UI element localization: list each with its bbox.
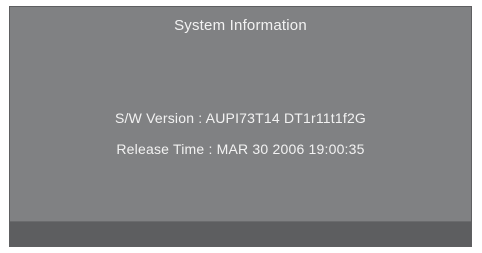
info-panel: System Information S/W Version : AUPI73T…: [10, 7, 471, 222]
screen-title: System Information: [174, 17, 307, 34]
footer-bar: [10, 222, 471, 246]
sw-version-text: S/W Version : AUPI73T14 DT1r11t1f2G: [114, 110, 367, 126]
system-information-screen: System Information S/W Version : AUPI73T…: [9, 6, 472, 247]
release-time-text: Release Time : MAR 30 2006 19:00:35: [116, 141, 365, 157]
